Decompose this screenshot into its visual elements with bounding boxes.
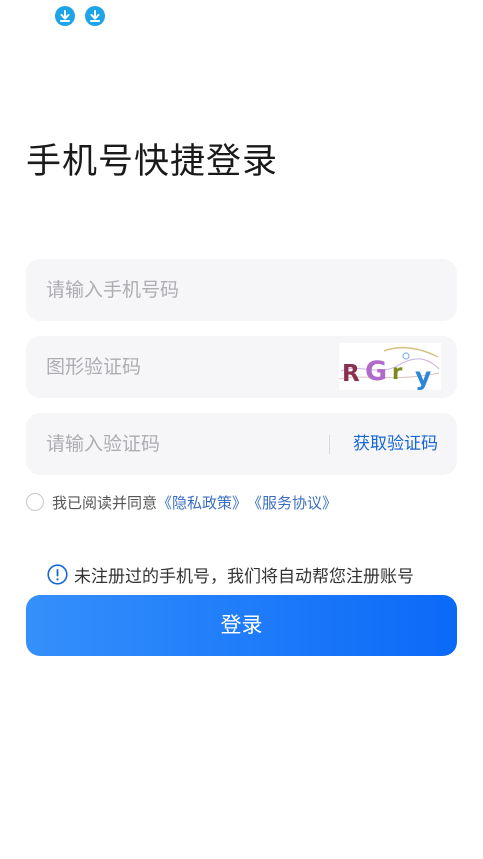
info-icon [47,563,68,585]
captcha-char: y [415,362,431,390]
captcha-char: G [365,356,387,387]
code-input[interactable] [46,413,326,475]
captcha-char: R [342,361,360,387]
get-code-button[interactable]: 获取验证码 [353,413,438,475]
agreement-text: 我已阅读并同意 [52,493,158,512]
registration-notice: 未注册过的手机号，我们将自动帮您注册账号 [47,560,414,588]
code-field: 获取验证码 [26,413,457,475]
agreement-checkbox[interactable] [26,493,44,511]
download-icon [55,6,75,26]
service-agreement-link[interactable]: 《服务协议》 [247,492,337,513]
divider [329,435,330,454]
login-button[interactable]: 登录 [26,595,457,656]
phone-input[interactable] [46,259,326,321]
captcha-char: r [392,360,403,384]
notice-text: 未注册过的手机号，我们将自动帮您注册账号 [74,566,414,587]
captcha-image[interactable]: R G r y [338,343,441,391]
login-page: 手机号快捷登录 R G r y 获取验证码 我已阅读并同意 《隐私政策》 [0,0,483,859]
page-title: 手机号快捷登录 [26,142,279,182]
agreement-row: 我已阅读并同意 《隐私政策》 《服务协议》 [26,490,337,514]
captcha-field: R G r y [26,336,457,398]
phone-field [26,259,457,321]
captcha-input[interactable] [46,336,326,398]
privacy-policy-link[interactable]: 《隐私政策》 [157,492,247,513]
download-icon [85,6,105,26]
